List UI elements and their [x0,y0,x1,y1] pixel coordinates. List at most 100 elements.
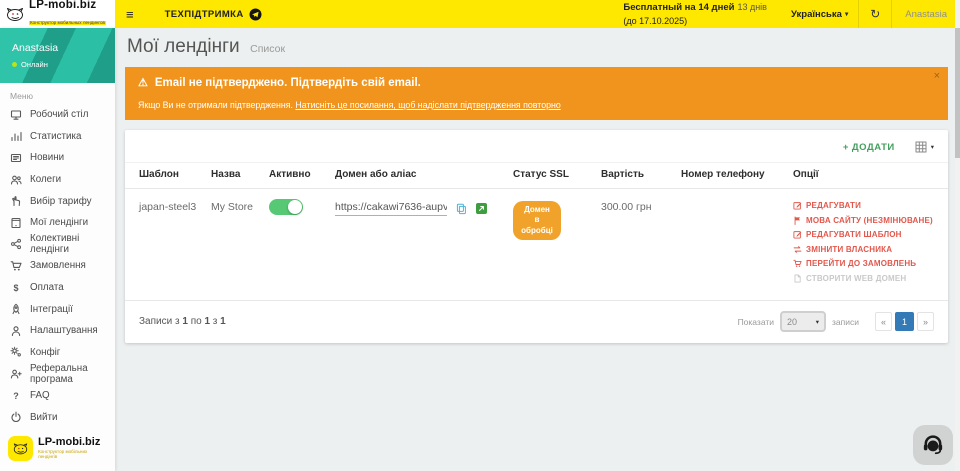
sidebar-item-label: Колеги [30,174,61,185]
sidebar-item-label: Конфіг [30,347,60,358]
landings-table: Шаблон Назва Активно Домен або аліас Ста… [125,162,948,301]
online-status-dot [12,62,17,67]
sidebar-item-config[interactable]: Конфіг [0,342,115,364]
payment-dollar-icon: $ [10,283,22,293]
sidebar-item-integrations[interactable]: Інтеграції [0,298,115,320]
option-label: ЗМІНИТИ ВЛАСНИКА [806,245,892,254]
question-icon: ? [10,391,22,401]
support-label: ТЕХПІДТРИМКА [165,9,244,20]
config-gears-icon [10,346,22,358]
pagination-prev-button[interactable]: « [875,312,892,331]
option-edit-template[interactable]: РЕДАГУВАТИ ШАБЛОН [793,230,942,239]
option-edit[interactable]: РЕДАГУВАТИ [793,201,942,210]
option-label: РЕДАГУВАТИ ШАБЛОН [806,230,902,239]
refresh-button[interactable]: ↻ [858,0,892,28]
footer-logo-box [8,436,33,461]
pagination-next-button[interactable]: » [917,312,934,331]
sidebar-item-news[interactable]: Новини [0,147,115,169]
col-header-phone: Номер телефону [675,163,787,189]
card-toolbar: + ДОДАТИ ▾ [125,130,948,162]
sidebar-item-payment[interactable]: $ Оплата [0,277,115,299]
edit-icon [793,230,802,239]
page-size-select[interactable]: 20 ▾ [780,311,826,332]
main-content: Мої лендінги Список ⚠ Email не підтвердж… [115,28,960,471]
resend-confirmation-link[interactable]: Натисніть це посилання, щоб надіслати пі… [295,100,560,110]
sidebar-item-settings[interactable]: Налаштування [0,320,115,342]
table-footer: Записи з 1 по 1 з 1 Показати 20 ▾ записи… [125,301,948,343]
sidebar-item-label: Мої лендінги [30,217,88,228]
topbar-brand-logo[interactable]: LP-mobi.biz Конструктор мобильных лендин… [0,0,115,28]
page-title: Мої лендінги [127,36,240,57]
sidebar-user-status: Онлайн [12,60,103,69]
open-domain-button[interactable] [476,203,487,214]
exchange-icon [793,245,802,254]
sidebar: Anastasia Онлайн Меню Робочий стіл Стати… [0,28,115,471]
language-selector[interactable]: Українська ▾ [781,0,858,28]
domain-input[interactable]: https://cakawi7636-aupvs-com-42 [335,201,447,216]
sidebar-item-collective-landings[interactable]: Колективні лендінги [0,234,115,256]
active-toggle[interactable] [269,199,303,215]
sidebar-item-colleagues[interactable]: Колеги [0,169,115,191]
online-status-label: Онлайн [21,60,48,69]
add-landing-button[interactable]: + ДОДАТИ [843,142,895,153]
topbar-main: ≡ ТЕХПІДТРИМКА Бесплатный на 14 дней13 д… [115,0,960,28]
pagination: « 1 » [875,312,934,331]
referral-user-plus-icon [10,368,22,380]
scrollbar-thumb[interactable] [955,28,960,158]
copy-domain-button[interactable] [456,203,467,215]
sidebar-user-panel: Anastasia Онлайн [0,28,115,83]
menu-section-label: Меню [0,83,115,104]
refresh-icon: ↻ [870,7,880,21]
landings-icon [10,217,22,229]
option-site-language[interactable]: МОВА САЙТУ (НЕЗМІНЮВАНЕ) [793,216,942,225]
landings-card: + ДОДАТИ ▾ Шаблон Н [125,130,948,343]
view-options-button[interactable]: ▾ [915,141,934,153]
col-header-options: Опції [787,163,948,189]
support-link[interactable]: ТЕХПІДТРИМКА [165,8,262,21]
option-label: СТВОРИТИ WEB ДОМЕН [806,274,906,283]
grid-view-icon [915,141,927,153]
sidebar-item-label: Інтеграції [30,304,73,315]
sidebar-item-tariff[interactable]: Вибір тарифу [0,190,115,212]
ssl-status-badge: Домен в обробці [513,201,561,240]
option-label: ПЕРЕЙТИ ДО ЗАМОВЛЕНЬ [806,259,916,268]
sidebar-item-logout[interactable]: Вийти [0,406,115,428]
sidebar-item-label: Статистика [30,131,81,142]
warning-icon: ⚠ [138,76,148,89]
support-chat-button[interactable] [913,425,953,465]
topbar-username[interactable]: Anastasia [892,9,960,20]
external-link-icon [476,203,487,214]
sidebar-item-label: Новини [30,152,64,163]
hamburger-menu-icon[interactable]: ≡ [115,7,145,22]
trial-until: (до 17.10.2025) [623,15,767,27]
sidebar-item-referral[interactable]: Реферальна програма [0,363,115,385]
toggle-knob [288,200,302,214]
trial-days-left: 13 днів [737,2,767,12]
colleagues-icon [10,174,22,186]
sidebar-item-faq[interactable]: ? FAQ [0,385,115,407]
option-go-to-orders[interactable]: ПЕРЕЙТИ ДО ЗАМОВЛЕНЬ [793,259,942,268]
plus-icon: + [843,142,849,153]
logout-power-icon [10,411,22,423]
cell-price: 300.00 грн [595,189,675,301]
sidebar-user-name: Anastasia [12,42,103,54]
sidebar-item-desktop[interactable]: Робочий стіл [0,104,115,126]
option-change-owner[interactable]: ЗМІНИТИ ВЛАСНИКА [793,245,942,254]
sidebar-item-label: Налаштування [30,325,98,336]
close-icon[interactable]: × [934,70,940,82]
sidebar-item-my-landings[interactable]: Мої лендінги [0,212,115,234]
records-info: Записи з 1 по 1 з 1 [139,316,226,327]
scrollbar-track[interactable] [955,0,960,471]
sidebar-footer-logo[interactable]: LP-mobi.biz Конструктор мобільних лендін… [0,428,115,471]
chevron-down-icon: ▾ [931,143,934,151]
sidebar-item-statistics[interactable]: Статистика [0,126,115,148]
add-button-label: ДОДАТИ [852,142,895,153]
file-icon [793,274,802,283]
sidebar-item-orders[interactable]: Замовлення [0,255,115,277]
pagination-page-1[interactable]: 1 [895,312,914,331]
page-header: Мої лендінги Список [115,28,960,64]
col-header-active: Активно [263,163,329,189]
cell-template: japan-steel3 [125,189,205,301]
footer-brand-subtitle: Конструктор мобільних лендінгів [38,449,107,459]
mascot-icon [12,441,29,456]
